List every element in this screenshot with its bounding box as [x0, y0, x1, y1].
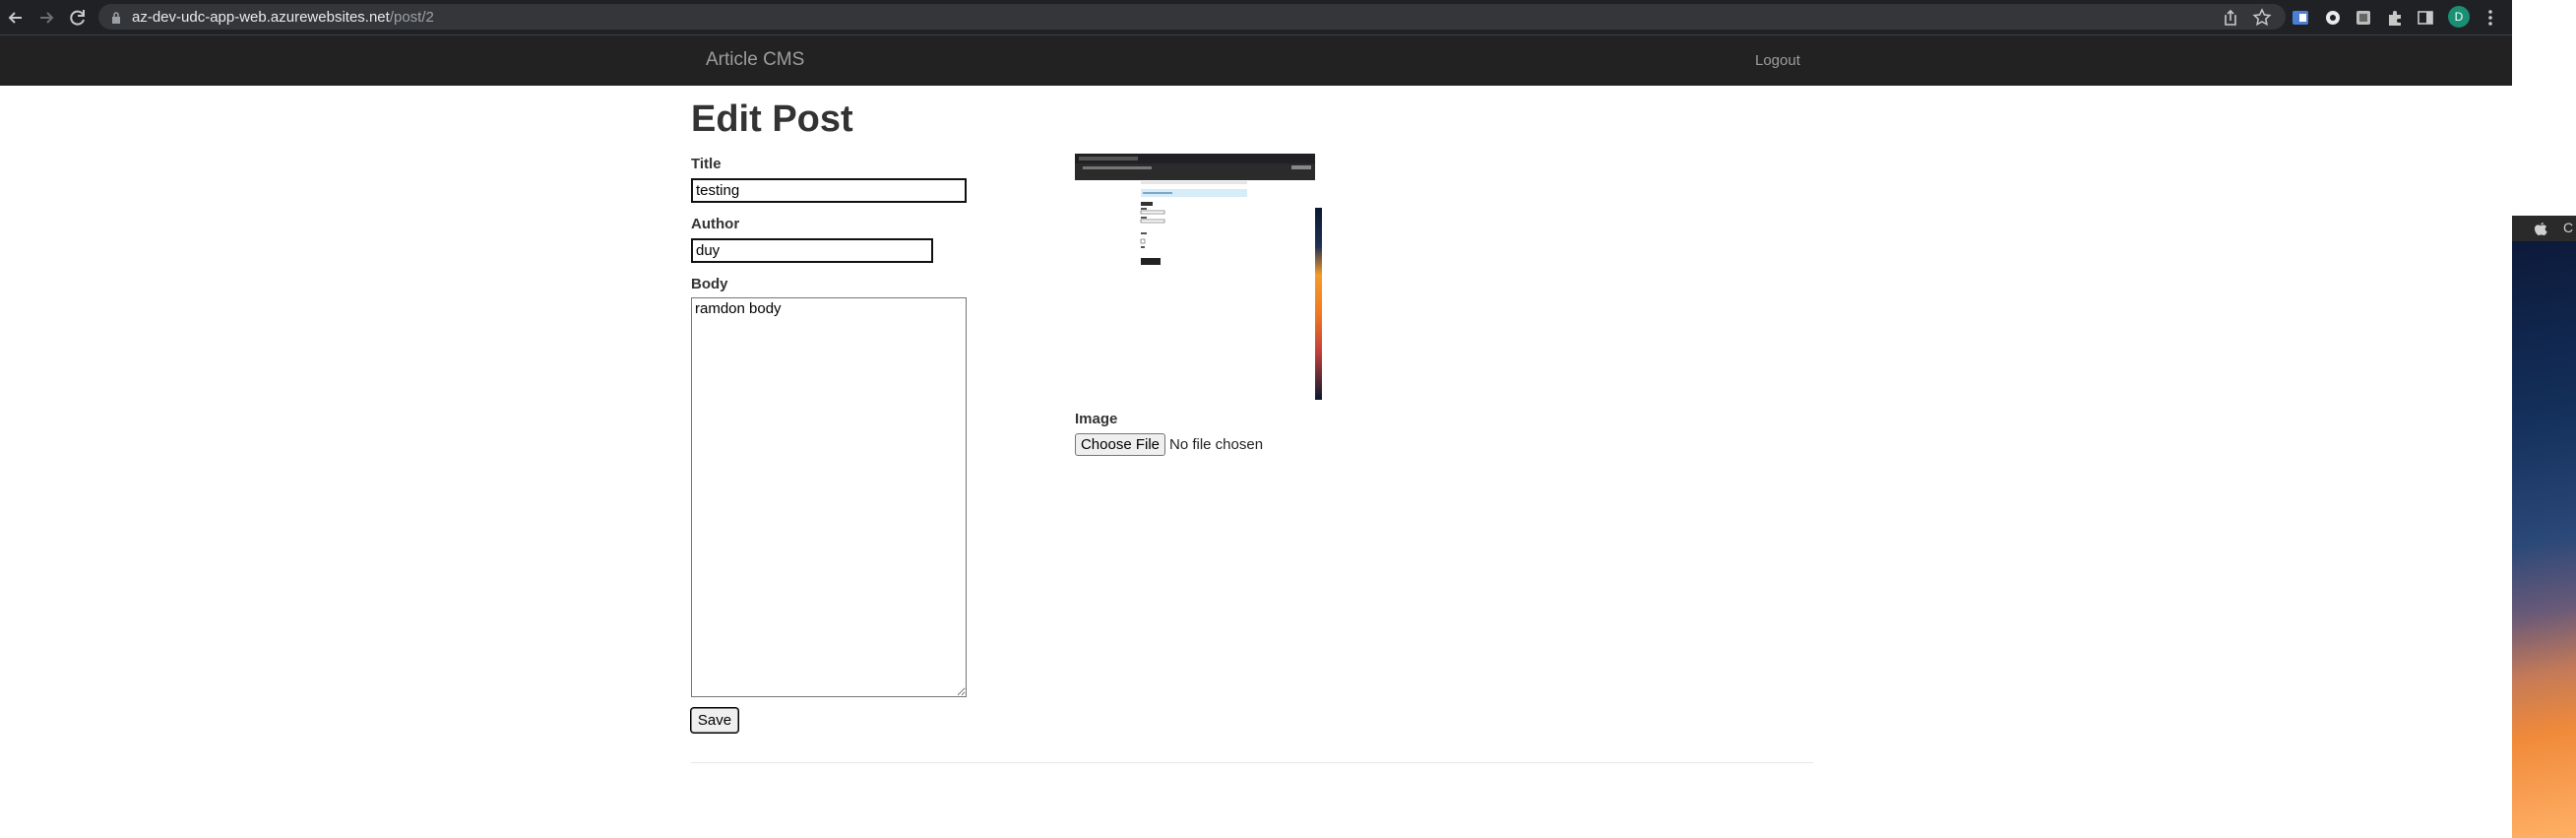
image-label: Image — [1075, 411, 1118, 427]
desktop-menu-text[interactable]: C — [2563, 220, 2573, 235]
desktop-wallpaper — [2512, 241, 2576, 838]
translate-extension-icon[interactable] — [2291, 8, 2310, 28]
choose-file-button[interactable]: Choose File — [1075, 433, 1165, 456]
extensions-puzzle-icon[interactable] — [2385, 8, 2405, 28]
body-textarea[interactable]: ramdon body — [691, 297, 967, 697]
more-menu-icon[interactable] — [2481, 8, 2500, 28]
post-image-thumbnail — [1075, 154, 1322, 400]
extension-circle-icon[interactable] — [2323, 8, 2343, 28]
extension-square-icon[interactable] — [2354, 8, 2373, 28]
back-arrow-icon[interactable] — [5, 7, 27, 29]
logout-link[interactable]: Logout — [1755, 52, 1800, 69]
url-text: az-dev-udc-app-web.azurewebsites.net/pos… — [132, 9, 434, 26]
app-navbar: Article CMS Logout — [0, 35, 2512, 86]
file-status-text: No file chosen — [1169, 436, 1264, 453]
brand-link[interactable]: Article CMS — [706, 49, 804, 71]
profile-avatar[interactable]: D — [2448, 6, 2470, 28]
save-button[interactable]: Save — [691, 708, 738, 733]
apple-logo-icon[interactable] — [2534, 221, 2547, 241]
footer-divider — [691, 762, 1813, 763]
browser-toolbar: az-dev-udc-app-web.azurewebsites.net/pos… — [0, 0, 2512, 35]
page-title: Edit Post — [691, 98, 853, 140]
share-icon[interactable] — [2221, 8, 2240, 28]
forward-arrow-icon[interactable] — [35, 7, 57, 29]
side-panel-icon[interactable] — [2416, 8, 2435, 28]
reload-icon[interactable] — [67, 7, 89, 29]
title-input[interactable] — [691, 178, 967, 203]
author-label: Author — [691, 216, 740, 232]
bookmark-star-icon[interactable] — [2252, 8, 2272, 28]
desktop-menu-bar: C — [2512, 216, 2576, 241]
lock-icon[interactable] — [111, 11, 121, 29]
body-label: Body — [691, 276, 728, 292]
author-input[interactable] — [691, 238, 933, 263]
address-bar[interactable]: az-dev-udc-app-web.azurewebsites.net/pos… — [98, 4, 2286, 30]
title-label: Title — [691, 156, 722, 172]
desktop-background: C — [2512, 0, 2576, 838]
